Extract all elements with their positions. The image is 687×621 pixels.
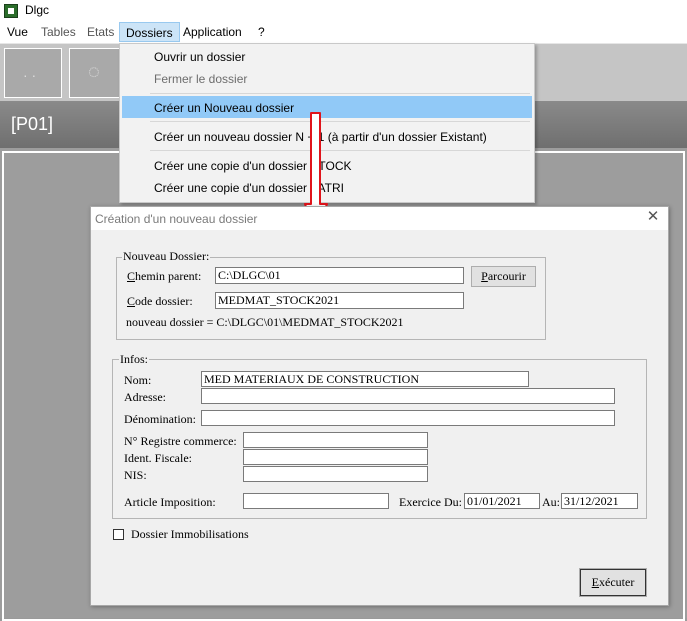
dialog-title: Création d'un nouveau dossier: [95, 212, 258, 226]
menu-item-ouvrir-dossier[interactable]: Ouvrir un dossier: [154, 50, 245, 64]
immobilisations-label: Dossier Immobilisations: [131, 527, 249, 541]
nouveau-dossier-group-label: Nouveau Dossier:: [122, 249, 211, 264]
nis-input[interactable]: [243, 466, 428, 482]
infos-group-label: Infos:: [119, 352, 149, 367]
menu-application[interactable]: Application: [183, 25, 242, 39]
company-code: [P01]: [11, 114, 54, 134]
menu-tables[interactable]: Tables: [41, 25, 76, 39]
nom-input[interactable]: MED MATERIAUX DE CONSTRUCTION: [201, 371, 529, 387]
app-icon: [4, 4, 18, 18]
denomination-label: Dénomination:: [124, 412, 196, 426]
registre-commerce-input[interactable]: [243, 432, 428, 448]
refresh-icon: ◌: [88, 61, 100, 83]
ident-fiscale-input[interactable]: [243, 449, 428, 465]
chemin-parent-input[interactable]: C:\DLGC\01: [215, 267, 464, 284]
window-title: Dlgc: [25, 3, 50, 17]
nouveau-dossier-path: nouveau dossier = C:\DLGC\01\MEDMAT_STOC…: [126, 315, 404, 329]
nouveau-dossier-dialog: Création d'un nouveau dossier ✕ Nouveau …: [90, 206, 669, 606]
parcourir-button[interactable]: Parcourir: [471, 266, 536, 287]
nis-label: NIS:: [124, 468, 147, 482]
exercice-au-label: Au:: [542, 495, 560, 509]
toolbar-button-1[interactable]: · ·: [4, 48, 62, 98]
nom-label: Nom:: [124, 373, 152, 387]
menu-item-creer-nouveau-dossier[interactable]: Créer un Nouveau dossier: [154, 101, 294, 115]
chemin-parent-label: Chemin parent:: [127, 269, 202, 283]
menu-item-fermer-dossier: Fermer le dossier: [154, 72, 248, 86]
dots-icon: · ·: [23, 67, 37, 83]
menu-help[interactable]: ?: [258, 25, 265, 39]
exercice-au-input[interactable]: 31/12/2021: [561, 493, 638, 509]
menu-etats[interactable]: Etats: [87, 25, 114, 39]
code-dossier-input[interactable]: MEDMAT_STOCK2021: [215, 292, 464, 309]
menu-separator: [150, 150, 530, 151]
denomination-input[interactable]: [201, 410, 615, 426]
window-title-bar: Dlgc: [0, 0, 687, 22]
adresse-label: Adresse:: [124, 390, 166, 404]
adresse-input[interactable]: [201, 388, 615, 404]
code-dossier-label: Code dossier:: [127, 294, 193, 308]
ident-fiscale-label: Ident. Fiscale:: [124, 451, 192, 465]
article-imposition-label: Article Imposition:: [124, 495, 216, 509]
registre-commerce-label: N° Registre commerce:: [124, 434, 237, 448]
exercice-du-label: Exercice Du:: [399, 495, 462, 509]
exercice-du-input[interactable]: 01/01/2021: [464, 493, 540, 509]
executer-button[interactable]: Exécuter: [579, 568, 647, 597]
menu-separator: [150, 93, 530, 94]
menu-vue[interactable]: Vue: [7, 25, 28, 39]
close-icon[interactable]: ✕: [646, 209, 660, 224]
dialog-title-bar: Création d'un nouveau dossier ✕: [91, 207, 668, 230]
immobilisations-checkbox[interactable]: [113, 529, 124, 540]
menu-dossiers[interactable]: Dossiers: [119, 22, 180, 42]
menu-bar: Vue Tables Etats Dossiers Application ?: [0, 22, 687, 44]
article-imposition-input[interactable]: [243, 493, 389, 509]
menu-separator: [150, 121, 530, 122]
